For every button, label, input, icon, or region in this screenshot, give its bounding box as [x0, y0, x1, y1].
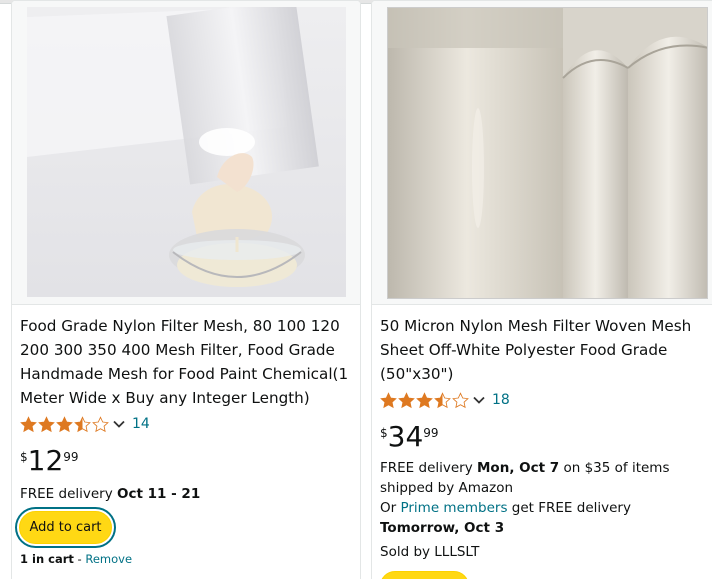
price-whole: 12: [27, 444, 64, 477]
price[interactable]: $ 34 99: [380, 420, 439, 454]
delivery-prefix: FREE delivery: [20, 486, 117, 502]
product-title-link[interactable]: 50 Micron Nylon Mesh Filter Woven Mesh S…: [380, 314, 710, 386]
delivery-line: FREE delivery Mon, Oct 7 on $35 of items…: [380, 458, 710, 498]
product-card-2: 50 Micron Nylon Mesh Filter Woven Mesh S…: [371, 0, 712, 579]
rating-count-link[interactable]: 14: [132, 416, 150, 432]
prime-delivery-line: Or Prime members get FREE delivery Tomor…: [380, 498, 710, 538]
rating-row[interactable]: 18: [380, 390, 510, 410]
price-whole: 34: [387, 420, 424, 453]
product-image-container[interactable]: [12, 1, 360, 305]
rating-count-link[interactable]: 18: [492, 392, 510, 408]
rating-row[interactable]: 14: [20, 414, 150, 434]
product-image[interactable]: [27, 7, 346, 297]
in-cart-count: 1 in cart: [20, 552, 74, 566]
star-full-icon: [398, 391, 415, 408]
chevron-down-icon[interactable]: [472, 393, 486, 407]
chevron-down-icon[interactable]: [112, 417, 126, 431]
star-full-icon: [416, 391, 433, 408]
star-half-icon: [74, 415, 91, 432]
product-image[interactable]: [387, 7, 708, 299]
delivery-date: Oct 11 - 21: [117, 486, 201, 502]
star-full-icon: [20, 415, 37, 432]
star-half-icon: [434, 391, 451, 408]
star-full-icon: [56, 415, 73, 432]
in-cart-separator: -: [73, 552, 86, 566]
prime-middle: get FREE delivery: [507, 500, 631, 516]
delivery-info: FREE delivery Mon, Oct 7 on $35 of items…: [380, 458, 710, 538]
product-image-container[interactable]: [372, 1, 712, 305]
price[interactable]: $ 12 99: [20, 444, 79, 478]
prime-members-link[interactable]: Prime members: [400, 500, 507, 516]
remove-link[interactable]: Remove: [85, 552, 132, 566]
star-empty-icon: [92, 415, 109, 432]
add-to-cart-button[interactable]: [380, 571, 469, 579]
delivery-date: Mon, Oct 7: [477, 460, 560, 476]
product-title-link[interactable]: Food Grade Nylon Filter Mesh, 80 100 120…: [20, 314, 356, 410]
sold-by: Sold by LLLSLT: [380, 544, 480, 560]
price-fraction: 99: [63, 450, 79, 464]
in-cart-status: 1 in cart - Remove: [20, 552, 132, 566]
prime-date: Tomorrow, Oct 3: [380, 520, 505, 536]
star-rating[interactable]: [20, 415, 110, 433]
star-empty-icon: [452, 391, 469, 408]
add-to-cart-button[interactable]: Add to cart: [19, 511, 112, 544]
star-full-icon: [380, 391, 397, 408]
star-rating[interactable]: [380, 391, 470, 409]
delivery-info: FREE delivery Oct 11 - 21: [20, 484, 200, 504]
price-currency: $: [20, 450, 28, 464]
delivery-prefix: FREE delivery: [380, 460, 477, 476]
price-fraction: 99: [423, 426, 439, 440]
product-card-1: Food Grade Nylon Filter Mesh, 80 100 120…: [11, 0, 361, 579]
star-full-icon: [38, 415, 55, 432]
price-currency: $: [380, 426, 388, 440]
prime-prefix: Or: [380, 500, 401, 516]
